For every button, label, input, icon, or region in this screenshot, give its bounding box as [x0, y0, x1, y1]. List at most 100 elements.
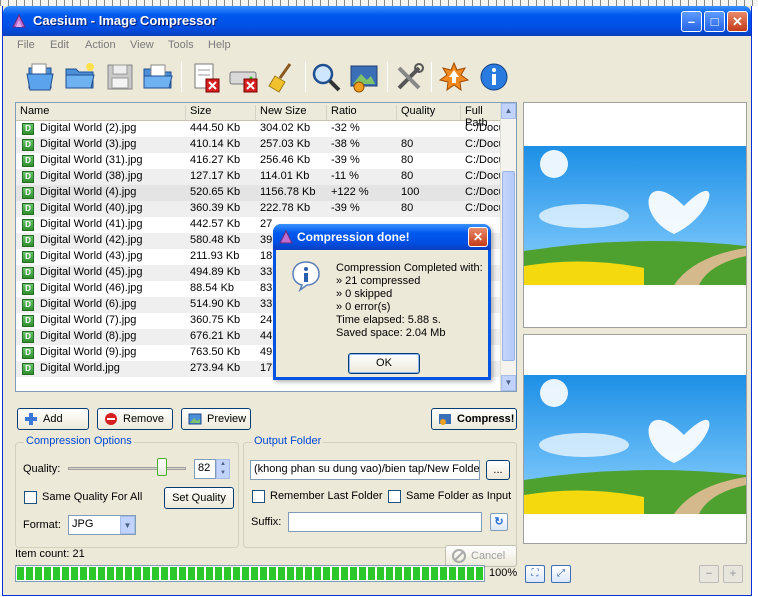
cell-name: Digital World (7).jpg	[40, 314, 137, 326]
browse-button[interactable]: ...	[486, 460, 510, 480]
dialog-line: » 0 error(s)	[336, 301, 391, 313]
clear-list-icon[interactable]	[189, 60, 223, 94]
zoom-in-icon[interactable]: +	[723, 565, 743, 583]
save-icon[interactable]	[103, 60, 137, 94]
same-quality-checkbox[interactable]	[24, 491, 37, 504]
cell-name: Digital World (45).jpg	[40, 266, 143, 278]
cell-size: 410.14 Kb	[190, 138, 241, 150]
scroll-down-arrow-icon[interactable]: ▼	[501, 375, 516, 391]
cell-path: C:/Docu	[465, 202, 505, 214]
zoom-fit-icon[interactable]: ⛶	[525, 565, 545, 583]
column-ratio[interactable]: Ratio	[327, 105, 397, 120]
menu-help[interactable]: Help	[208, 39, 231, 51]
maximize-button[interactable]: □	[704, 11, 725, 32]
window-title: Caesium - Image Compressor	[33, 13, 217, 28]
info-icon[interactable]	[477, 60, 511, 94]
same-folder-checkbox[interactable]	[388, 490, 401, 503]
column-new-size[interactable]: New Size	[256, 105, 327, 120]
dialog-line: » 0 skipped	[336, 288, 393, 300]
table-row[interactable]: D Digital World (31).jpg 416.27 Kb 256.46 K…	[16, 153, 505, 169]
file-type-icon: D	[22, 331, 34, 343]
dialog-close-button[interactable]: ✕	[468, 227, 488, 247]
cell-name: Digital World (9).jpg	[40, 346, 137, 358]
progress-fill	[17, 567, 483, 580]
column-quality[interactable]: Quality	[397, 105, 461, 120]
table-row[interactable]: D Digital World (4).jpg 520.65 Kb 1156.78 K…	[16, 185, 505, 201]
column-size[interactable]: Size	[186, 105, 256, 120]
cell-name: Digital World (41).jpg	[40, 218, 143, 230]
image-settings-icon[interactable]	[347, 60, 381, 94]
zoom-actual-icon[interactable]: ⤢	[551, 565, 571, 583]
cell-name: Digital World (2).jpg	[40, 122, 137, 134]
chevron-down-icon[interactable]: ▼	[120, 516, 135, 534]
close-button[interactable]: ✕	[727, 11, 748, 32]
cell-ratio: -39 %	[331, 202, 360, 214]
add-button[interactable]: Add	[17, 408, 89, 430]
quality-slider-thumb[interactable]	[157, 458, 167, 476]
scroll-up-arrow-icon[interactable]: ▲	[501, 103, 516, 119]
cell-size: 273.94 Kb	[190, 362, 241, 374]
cell-quality: 80	[401, 138, 414, 150]
toolbar	[3, 56, 751, 100]
set-quality-button[interactable]: Set Quality	[164, 487, 234, 509]
output-folder-field[interactable]: (khong phan su dung vao)/bien tap/New Fo…	[250, 460, 480, 480]
open-file-icon[interactable]	[23, 60, 57, 94]
file-type-icon: D	[22, 155, 34, 167]
menu-view[interactable]: View	[130, 39, 154, 51]
preview-label: Preview	[207, 413, 247, 425]
cell-size: 211.93 Kb	[190, 250, 240, 262]
quality-slider-track[interactable]	[68, 467, 186, 470]
dialog-title-bar[interactable]: Compression done! ✕	[273, 224, 491, 250]
dialog-line: Saved space: 2.04 Mb	[336, 327, 446, 339]
table-row[interactable]: D Digital World (40).jpg 360.39 Kb 222.78 K…	[16, 201, 505, 217]
cell-ratio: -32 %	[331, 122, 360, 134]
cell-new: 304.02 Kb	[260, 122, 311, 134]
menu-edit[interactable]: Edit	[50, 39, 69, 51]
table-row[interactable]: D Digital World (2).jpg 444.50 Kb 304.02 Kb…	[16, 121, 505, 137]
export-icon[interactable]	[141, 60, 175, 94]
menu-action[interactable]: Action	[85, 39, 116, 51]
quality-value-field[interactable]: 82	[194, 459, 216, 479]
suffix-field[interactable]	[288, 512, 482, 532]
broom-icon[interactable]	[265, 60, 299, 94]
quality-spinner[interactable]: ▲ ▼	[216, 459, 230, 479]
cell-name: Digital World (46).jpg	[40, 282, 143, 294]
open-folder-icon[interactable]	[63, 60, 97, 94]
cell-size: 580.48 Kb	[190, 234, 241, 246]
cell-size: 360.75 Kb	[190, 314, 241, 326]
cell-name: Digital World (40).jpg	[40, 202, 143, 214]
table-row[interactable]: D Digital World (3).jpg 410.14 Kb 257.03 Kb…	[16, 137, 505, 153]
remove-drive-icon[interactable]	[227, 60, 261, 94]
dialog-title: Compression done!	[297, 230, 410, 244]
file-type-icon: D	[22, 283, 34, 295]
toolbar-separator	[181, 62, 182, 92]
menu-tools[interactable]: Tools	[168, 39, 194, 51]
minimize-button[interactable]: –	[681, 11, 702, 32]
compression-options-group: Compression Options Quality: 82 ▲ ▼ Same …	[15, 435, 239, 548]
table-row[interactable]: D Digital World (38).jpg 127.17 Kb 114.01 K…	[16, 169, 505, 185]
cancel-label: Cancel	[471, 550, 506, 562]
title-bar[interactable]: Caesium - Image Compressor – □ ✕	[3, 6, 751, 36]
zoom-out-icon[interactable]: −	[699, 565, 719, 583]
menu-file[interactable]: File	[17, 39, 35, 51]
file-type-icon: D	[22, 315, 34, 327]
tools-icon[interactable]	[393, 60, 427, 94]
remember-folder-checkbox[interactable]	[252, 490, 265, 503]
column-name[interactable]: Name	[16, 105, 186, 120]
search-icon[interactable]	[309, 60, 343, 94]
cancel-button[interactable]: Cancel	[445, 545, 517, 567]
refresh-icon[interactable]: ↻	[490, 513, 508, 531]
cell-name: Digital World (4).jpg	[40, 186, 137, 198]
remove-button[interactable]: Remove	[97, 408, 173, 430]
scroll-thumb[interactable]	[502, 171, 515, 361]
vertical-scrollbar[interactable]: ▲ ▼	[500, 103, 516, 391]
ok-button[interactable]: OK	[348, 353, 420, 374]
file-type-icon: D	[22, 139, 34, 151]
file-type-icon: D	[22, 363, 34, 375]
preview-button[interactable]: Preview	[181, 408, 251, 430]
compressed-preview-pane	[523, 334, 747, 544]
cell-new: 114.01 Kb	[260, 170, 310, 182]
update-icon[interactable]	[437, 60, 471, 94]
compress-button[interactable]: Compress!	[431, 408, 517, 430]
cell-size: 520.65 Kb	[190, 186, 241, 198]
